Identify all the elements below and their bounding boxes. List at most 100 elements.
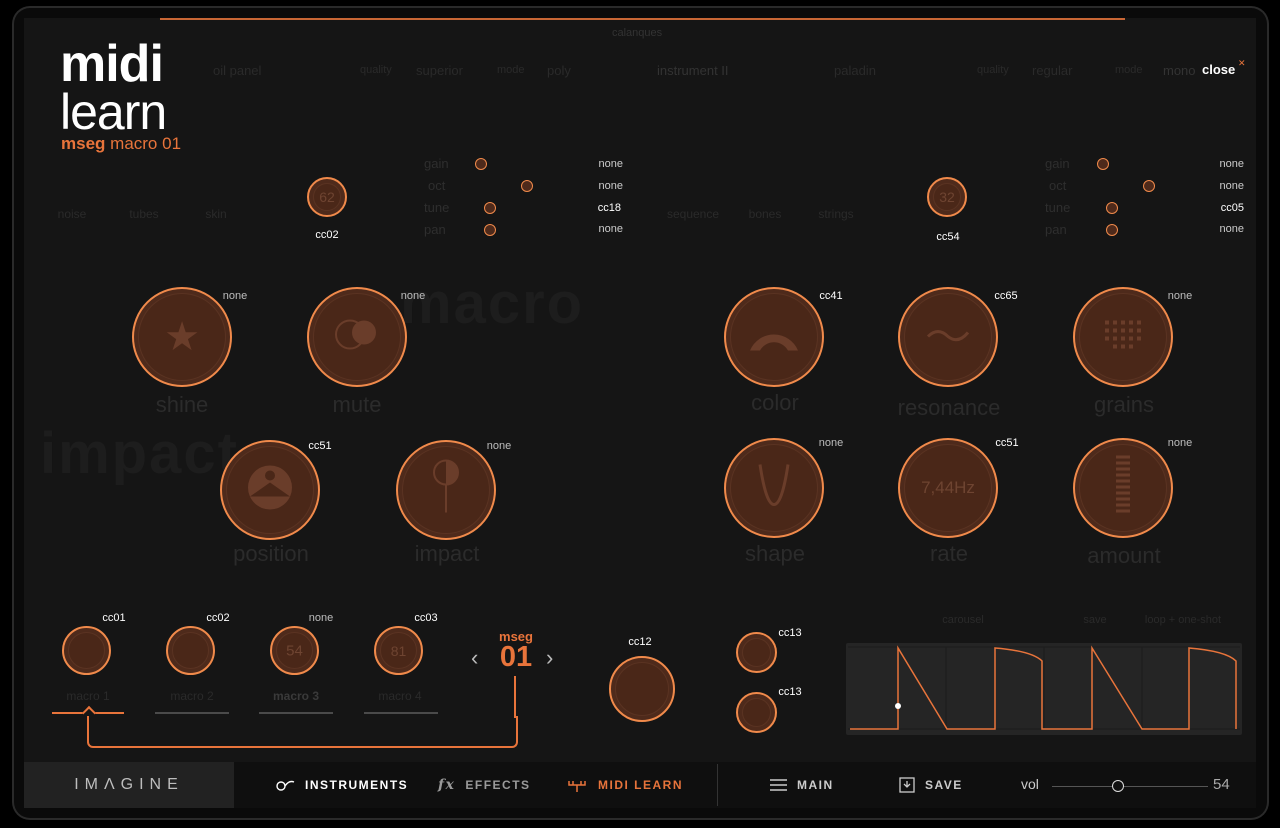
knob-face (172, 632, 209, 669)
mseg-main-knob[interactable] (609, 656, 675, 722)
knob-grains-cc: none (1167, 290, 1193, 302)
impact-mallet-icon (431, 458, 461, 523)
left-param-gain: gain (424, 156, 449, 171)
save-icon (899, 777, 915, 793)
label-color: color (751, 390, 799, 415)
shape-curve-icon (754, 461, 794, 516)
right-param-tune: tune (1045, 200, 1071, 215)
volume-thumb[interactable] (1111, 780, 1124, 792)
label-grains: grains (1094, 392, 1154, 417)
mseg-small-knob-1[interactable] (736, 632, 777, 673)
right-tune-cc: cc05 (1220, 202, 1244, 214)
label-impact: impact (414, 541, 480, 566)
macro-1-cc: cc01 (102, 612, 126, 624)
title-learn: learn (60, 84, 167, 140)
knob-shine-cc: none (222, 290, 248, 302)
knob-color[interactable] (724, 287, 824, 387)
macro-3-cc: none (308, 612, 334, 624)
right-oct-cc: none (1219, 180, 1244, 192)
left-oct-dot[interactable] (521, 180, 533, 192)
left-tune-dot[interactable] (484, 202, 496, 214)
knob-impact-cc: none (486, 440, 512, 452)
knob-impact[interactable] (396, 440, 496, 540)
resonance-icon (926, 325, 970, 350)
ghost-macro-word: macro (400, 271, 585, 336)
top-accent-line (160, 18, 1125, 20)
knob-shine[interactable]: ★ (132, 287, 232, 387)
mseg-prev-chevron-icon[interactable]: ‹ (471, 645, 478, 671)
target-subtitle: mseg macro 01 (61, 134, 181, 154)
ghost-impact-word: impact (40, 421, 239, 486)
left-mode-label: mode (497, 64, 525, 76)
knob-resonance-cc: cc65 (994, 290, 1018, 302)
left-quality-value: superior (416, 63, 463, 78)
knob-resonance[interactable] (898, 287, 998, 387)
knob-rate[interactable]: 7,44Hz (898, 438, 998, 538)
mseg-save-label: save (1083, 614, 1107, 626)
left-gain-cc: none (598, 158, 623, 170)
grains-grid-icon (1101, 317, 1145, 358)
right-layer-knob[interactable]: 32 (927, 177, 967, 217)
nav-main[interactable]: MAIN (770, 762, 834, 808)
rate-value: 7,44Hz (921, 478, 975, 497)
macro-3-value: 54 (286, 642, 303, 659)
nav-save[interactable]: SAVE (899, 762, 963, 808)
macro-label-1: macro 1 (66, 689, 110, 703)
knob-shape[interactable] (724, 438, 824, 538)
mseg-mode-label: loop + one-shot (1144, 614, 1222, 626)
macro-2-knob[interactable] (166, 626, 215, 675)
left-gain-dot[interactable] (475, 158, 487, 170)
right-gain-dot[interactable] (1097, 158, 1109, 170)
left-layer-knob[interactable]: 62 (307, 177, 347, 217)
nav-midi-learn[interactable]: MIDI LEARN (566, 762, 683, 808)
close-icon[interactable]: ✕ (1238, 58, 1246, 69)
mseg-preset-name: carousel (942, 614, 984, 626)
left-pan-dot[interactable] (484, 224, 496, 236)
label-position: position (233, 541, 309, 566)
knob-face (742, 638, 771, 667)
right-mode-value: mono (1163, 63, 1196, 78)
star-icon: ★ (164, 315, 200, 359)
macro-2-cc: cc02 (206, 612, 230, 624)
macro-label-3: macro 3 (272, 689, 320, 703)
subtitle-target: mseg (61, 134, 106, 153)
right-oct-dot[interactable] (1143, 180, 1155, 192)
macro-3-knob[interactable]: 54 (270, 626, 319, 675)
mseg-small-knob-2[interactable] (736, 692, 777, 733)
knob-grains[interactable] (1073, 287, 1173, 387)
left-param-tune: tune (424, 200, 450, 215)
right-layer-2: bones (748, 207, 782, 221)
subtitle-param: macro 01 (110, 134, 182, 153)
right-pan-dot[interactable] (1106, 224, 1118, 236)
mseg-next-chevron-icon[interactable]: › (546, 645, 553, 671)
knob-rate-cc: cc51 (995, 437, 1019, 449)
macro-label-4: macro 4 (378, 689, 422, 703)
label-rate: rate (930, 541, 968, 566)
amount-bars-icon (1116, 455, 1130, 521)
left-quality-label: quality (360, 64, 392, 76)
left-tune-cc: cc18 (597, 202, 621, 214)
nav-instruments-label: INSTRUMENTS (305, 778, 409, 792)
close-button[interactable]: close (1202, 62, 1235, 77)
macro-4-value: 81 (390, 642, 407, 659)
mseg-routing-line (87, 716, 518, 748)
macro-1-knob[interactable] (62, 626, 111, 675)
knob-position[interactable] (220, 440, 320, 540)
nav-instruments[interactable]: INSTRUMENTS (275, 762, 408, 808)
macro-4-knob[interactable]: 81 (374, 626, 423, 675)
instrument-name: instrument II (657, 63, 729, 78)
knob-mute[interactable] (307, 287, 407, 387)
nav-effects[interactable]: fx EFFECTS (438, 762, 531, 808)
mseg-envelope-graph[interactable] (846, 643, 1242, 735)
label-amount: amount (1087, 543, 1161, 568)
mseg-playhead-dot (895, 703, 901, 709)
right-tune-dot[interactable] (1106, 202, 1118, 214)
knob-face (742, 698, 771, 727)
knob-amount[interactable] (1073, 438, 1173, 538)
knob-position-cc: cc51 (308, 440, 332, 452)
left-mode-value: poly (547, 63, 571, 78)
volume-slider[interactable] (1052, 786, 1208, 787)
knob-value: 32 (939, 189, 955, 205)
right-layer-1: sequence (666, 207, 720, 221)
left-layer-3: skin (205, 207, 227, 221)
